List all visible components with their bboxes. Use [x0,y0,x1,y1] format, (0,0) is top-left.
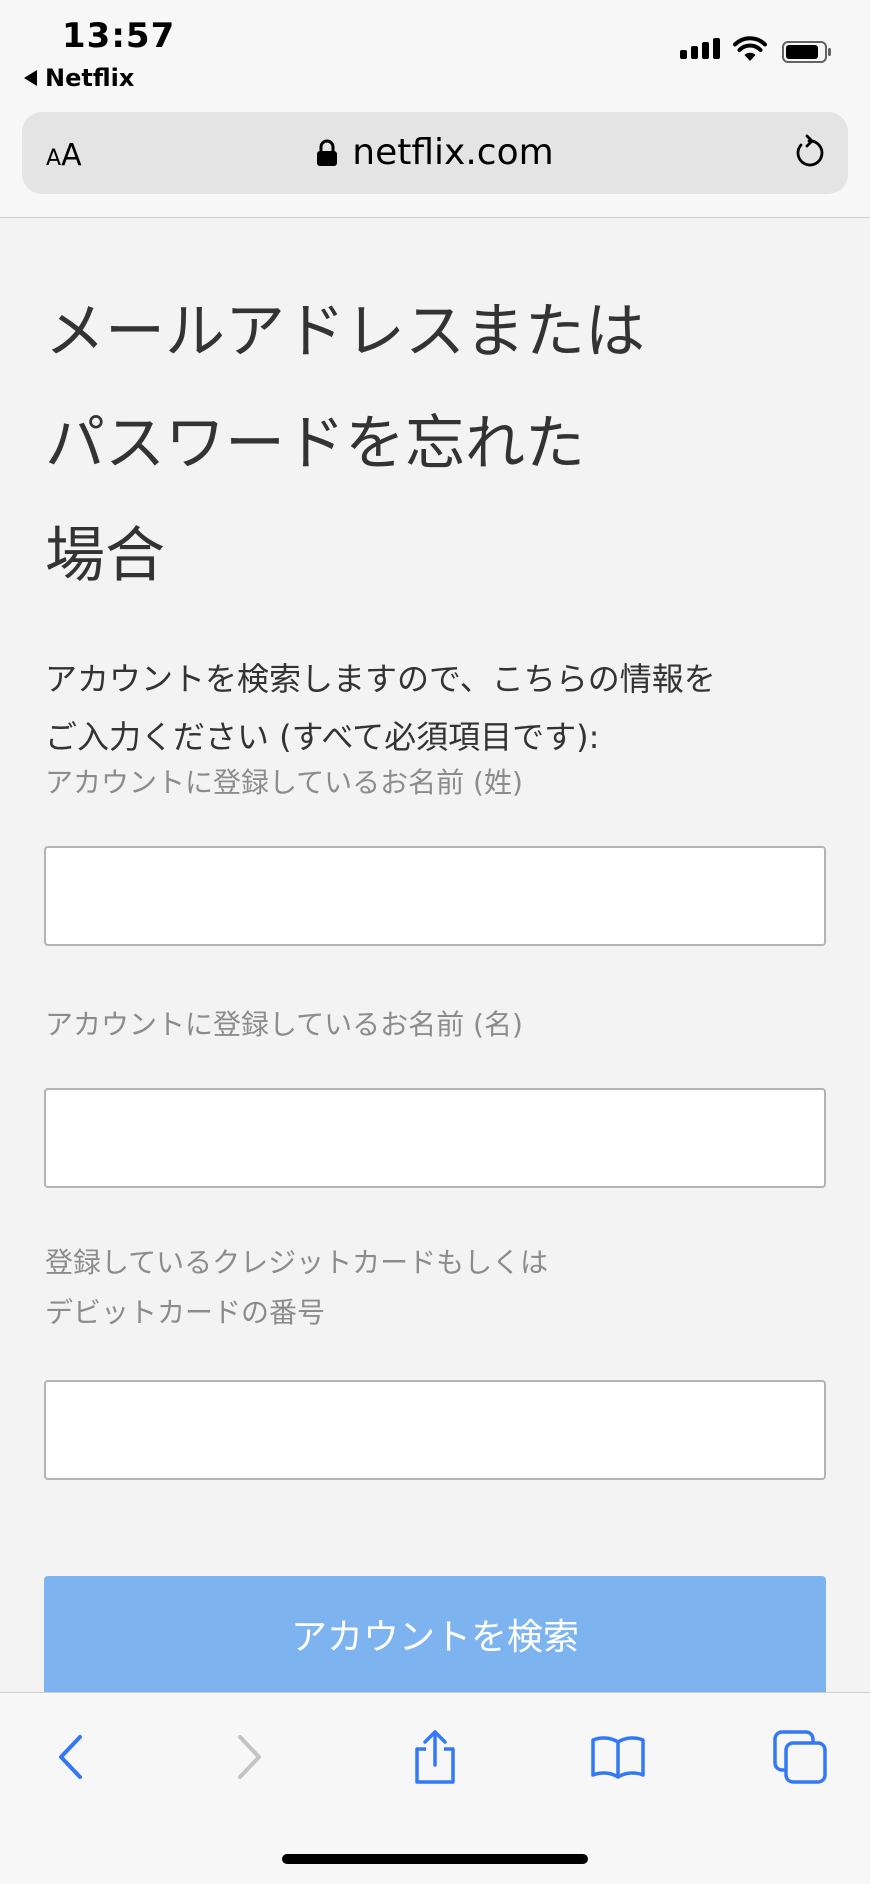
browser-address-area: AA netflix.com [0,100,870,218]
wifi-icon [733,36,767,61]
find-account-button[interactable]: アカウントを検索 [44,1576,826,1692]
instructions-text: アカウントを検索しますので、こちらの情報を ご入力ください (すべて必須項目です… [45,650,845,766]
back-triangle-icon [24,70,37,86]
last-name-label: アカウントに登録しているお名前 (姓) [45,766,523,799]
page-title-line: 場合 [45,521,165,591]
web-content: メールアドレスまたは パスワードを忘れた 場合 アカウントを検索しますので、こち… [0,218,870,1692]
bookmarks-button[interactable] [588,1727,648,1787]
bookmarks-icon [591,1736,645,1779]
back-to-app-link[interactable]: Netflix [24,64,134,92]
tabs-icon [773,1730,827,1784]
tabs-button[interactable] [770,1727,830,1787]
status-time: 13:57 [62,16,176,56]
instructions-line: アカウントを検索しますので、こちらの情報を [45,660,716,698]
cellular-signal-icon [680,38,720,59]
forward-button[interactable] [220,1727,280,1787]
screen: 13:57 Netflix AA netflix.com メールアドレスまたは … [0,0,870,1884]
home-indicator [282,1854,588,1864]
browser-toolbar [0,1692,870,1884]
status-bar: 13:57 Netflix [0,0,870,100]
card-number-label: 登録しているクレジットカードもしくは デビットカードの番号 [45,1238,835,1338]
first-name-label: アカウントに登録しているお名前 (名) [45,1008,523,1041]
battery-icon [782,41,831,63]
share-button[interactable] [405,1727,465,1787]
back-icon [59,1735,82,1779]
forward-icon [238,1735,261,1779]
last-name-input[interactable] [44,846,826,946]
share-icon [415,1730,455,1784]
url-display[interactable]: netflix.com [22,132,848,173]
page-title: メールアドレスまたは パスワードを忘れた 場合 [45,276,845,612]
first-name-input[interactable] [44,1088,826,1188]
address-bar[interactable]: AA netflix.com [22,112,848,194]
card-number-label-line: デビットカードの番号 [45,1296,326,1329]
lock-icon [317,139,338,166]
reload-icon[interactable] [792,134,826,172]
card-number-input[interactable] [44,1380,826,1480]
back-app-label: Netflix [45,64,135,92]
url-text: netflix.com [352,132,554,173]
page-title-line: メールアドレスまたは [45,297,645,367]
card-number-label-line: 登録しているクレジットカードもしくは [45,1246,549,1279]
back-button[interactable] [40,1727,100,1787]
page-title-line: パスワードを忘れた [45,409,585,479]
